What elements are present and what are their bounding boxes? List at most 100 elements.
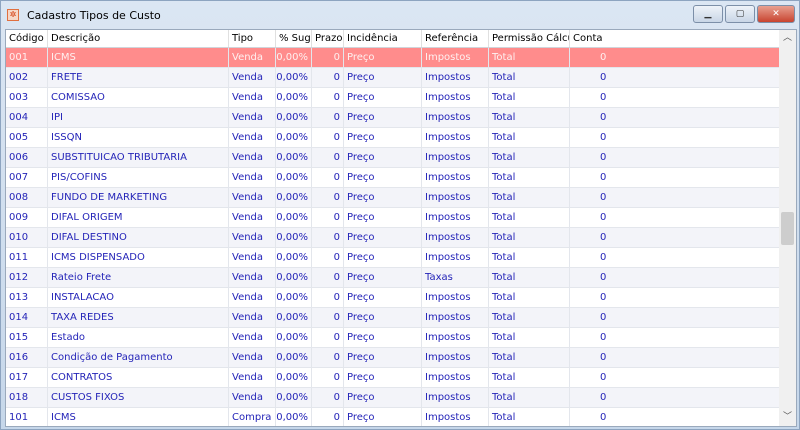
cell-code: 015 (6, 328, 48, 347)
cell-term: 0 (312, 208, 344, 227)
column-header-account[interactable]: Conta (570, 30, 780, 47)
cell-calc-permission: Total (489, 88, 570, 107)
app-logo-icon: ✲ (7, 9, 19, 21)
cell-reference: Impostos (422, 128, 489, 147)
cell-code: 001 (6, 48, 48, 67)
cell-type: Venda (229, 328, 276, 347)
vertical-scrollbar[interactable]: ︿ ﹀ (779, 30, 796, 426)
table-row[interactable]: 010 DIFAL DESTINO Venda 0,00% 0 Preço Impostos… (6, 228, 780, 248)
table-row[interactable]: 003 COMISSAO Venda 0,00% 0 Preço Impostos Total… (6, 88, 780, 108)
cell-term: 0 (312, 328, 344, 347)
cell-incidence: Preço (344, 328, 422, 347)
column-header-description[interactable]: Descrição (48, 30, 229, 47)
cell-account: 0 (600, 92, 607, 103)
cell-code: 008 (6, 188, 48, 207)
cell-suggested-percent: 0,00% (276, 208, 312, 227)
cell-type: Venda (229, 168, 276, 187)
column-header-reference[interactable]: Referência (422, 30, 489, 47)
cell-type: Venda (229, 48, 276, 67)
cell-suggested-percent: 0,00% (276, 48, 312, 67)
cell-suggested-percent: 0,00% (276, 368, 312, 387)
column-header-term[interactable]: Prazo (312, 30, 344, 47)
table-row[interactable]: 101 ICMS Compra 0,00% 0 Preço Impostos Total 0 (6, 408, 780, 426)
column-header-incidence[interactable]: Incidência (344, 30, 422, 47)
table-row[interactable]: 004 IPI Venda 0,00% 0 Preço Impostos Total 0 (6, 108, 780, 128)
cell-account: 0 (600, 52, 607, 63)
cell-term: 0 (312, 188, 344, 207)
table-row[interactable]: 017 CONTRATOS Venda 0,00% 0 Preço Impostos Tota… (6, 368, 780, 388)
table-row[interactable]: 007 PIS/COFINS Venda 0,00% 0 Preço Impostos Tot… (6, 168, 780, 188)
scroll-up-icon[interactable]: ︿ (779, 30, 796, 47)
cell-reference: Impostos (422, 348, 489, 367)
cell-reference: Impostos (422, 368, 489, 387)
column-header-calc-permission[interactable]: Permissão Cálculo (489, 30, 570, 47)
table-row[interactable]: 009 DIFAL ORIGEM Venda 0,00% 0 Preço Impostos T… (6, 208, 780, 228)
cell-reference: Impostos (422, 308, 489, 327)
cell-term: 0 (312, 168, 344, 187)
table-row[interactable]: 002 FRETE Venda 0,00% 0 Preço Impostos Total 0 (6, 68, 780, 88)
cell-type: Venda (229, 188, 276, 207)
cell-calc-permission: Total (489, 368, 570, 387)
table-row[interactable]: 011 ICMS DISPENSADO Venda 0,00% 0 Preço Impost… (6, 248, 780, 268)
cell-suggested-percent: 0,00% (276, 188, 312, 207)
table-row[interactable]: 005 ISSQN Venda 0,00% 0 Preço Impostos Total 0 (6, 128, 780, 148)
table-row[interactable]: 013 INSTALACAO Venda 0,00% 0 Preço Impostos Tot… (6, 288, 780, 308)
cell-code: 018 (6, 388, 48, 407)
cell-incidence: Preço (344, 388, 422, 407)
cell-account: 0 (600, 72, 607, 83)
cell-term: 0 (312, 268, 344, 287)
cell-code: 011 (6, 248, 48, 267)
cell-term: 0 (312, 68, 344, 87)
cell-code: 007 (6, 168, 48, 187)
table-row[interactable]: 001 ICMS Venda 0,00% 0 Preço Impostos Total 0 (6, 48, 780, 68)
cell-code: 017 (6, 368, 48, 387)
cell-description: FUNDO DE MARKETING (48, 188, 229, 207)
column-header-code[interactable]: Código (6, 30, 48, 47)
cell-incidence: Preço (344, 168, 422, 187)
cell-account: 0 (600, 392, 607, 403)
cell-description: SUBSTITUICAO TRIBUTARIA (48, 148, 229, 167)
cell-code: 010 (6, 228, 48, 247)
table-row[interactable]: 015 Estado Venda 0,00% 0 Preço Impostos Total 0 (6, 328, 780, 348)
table-row[interactable]: 014 TAXA REDES Venda 0,00% 0 Preço Impostos Tot… (6, 308, 780, 328)
cell-code: 003 (6, 88, 48, 107)
column-header-suggested-percent[interactable]: % Sug. (276, 30, 312, 47)
cell-incidence: Preço (344, 128, 422, 147)
cell-type: Venda (229, 68, 276, 87)
cell-description: FRETE (48, 68, 229, 87)
cell-calc-permission: Total (489, 208, 570, 227)
cell-incidence: Preço (344, 108, 422, 127)
cell-description: CUSTOS FIXOS (48, 388, 229, 407)
window-title: Cadastro Tipos de Custo (27, 8, 161, 22)
cell-incidence: Preço (344, 288, 422, 307)
scroll-down-icon[interactable]: ﹀ (779, 409, 796, 426)
cell-account: 0 (600, 232, 607, 243)
cell-description: Rateio Frete (48, 268, 229, 287)
cell-calc-permission: Total (489, 48, 570, 67)
cell-suggested-percent: 0,00% (276, 228, 312, 247)
cell-calc-permission: Total (489, 248, 570, 267)
table-row[interactable]: 018 CUSTOS FIXOS Venda 0,00% 0 Preço Impostos T… (6, 388, 780, 408)
minimize-button[interactable]: ▁ (693, 5, 723, 23)
cell-account: 0 (600, 152, 607, 163)
table-row[interactable]: 006 SUBSTITUICAO TRIBUTARIA Venda 0,00% 0 Pre… (6, 148, 780, 168)
cell-calc-permission: Total (489, 288, 570, 307)
cell-incidence: Preço (344, 208, 422, 227)
close-button[interactable]: ✕ (757, 5, 795, 23)
cell-term: 0 (312, 308, 344, 327)
cell-reference: Impostos (422, 188, 489, 207)
column-header-type[interactable]: Tipo (229, 30, 276, 47)
cell-description: IPI (48, 108, 229, 127)
cell-description: DIFAL ORIGEM (48, 208, 229, 227)
table-row[interactable]: 012 Rateio Frete Venda 0,00% 0 Preço Taxas Tota… (6, 268, 780, 288)
cell-code: 014 (6, 308, 48, 327)
cell-suggested-percent: 0,00% (276, 248, 312, 267)
maximize-button[interactable]: ▢ (725, 5, 755, 23)
cell-description: COMISSAO (48, 88, 229, 107)
cell-suggested-percent: 0,00% (276, 68, 312, 87)
table-row[interactable]: 016 Condição de Pagamento Venda 0,00% 0 Preço… (6, 348, 780, 368)
table-row[interactable]: 008 FUNDO DE MARKETING Venda 0,00% 0 Preço Imp… (6, 188, 780, 208)
scroll-thumb[interactable] (781, 212, 794, 245)
cell-suggested-percent: 0,00% (276, 328, 312, 347)
cell-term: 0 (312, 288, 344, 307)
